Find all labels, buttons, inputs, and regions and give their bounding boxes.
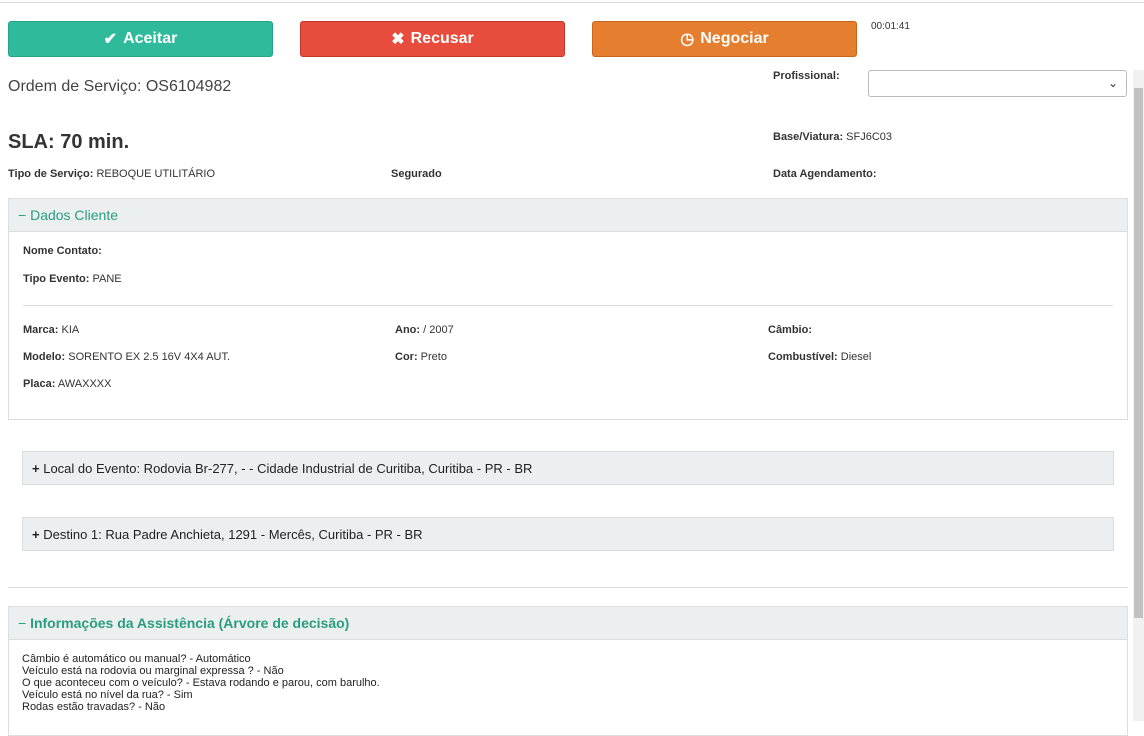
- clock-icon: ◷: [680, 31, 695, 48]
- divider: [8, 587, 1128, 588]
- negotiate-button[interactable]: ◷ Negociar: [592, 21, 857, 57]
- schedule-label: Data Agendamento:: [773, 168, 877, 180]
- professional-label: Profissional:: [773, 70, 840, 82]
- divider: [23, 305, 1113, 306]
- refuse-button[interactable]: ✖ Recusar: [300, 21, 565, 57]
- contact-label: Nome Contato:: [23, 245, 102, 257]
- answer-line: Veículo está no nível da rua? - Sim: [22, 689, 193, 701]
- model-value: SORENTO EX 2.5 16V 4X4 AUT.: [68, 351, 231, 363]
- divider: [0, 2, 1144, 3]
- brand-value: KIA: [61, 324, 80, 336]
- destination-panel[interactable]: + Destino 1: Rua Padre Anchieta, 1291 - …: [22, 517, 1114, 551]
- color-value: Preto: [420, 351, 447, 363]
- chevron-down-icon: ⌄: [1107, 76, 1118, 90]
- event-value: PANE: [92, 273, 122, 285]
- insured-label: Segurado: [391, 168, 442, 180]
- plus-icon: +: [32, 526, 40, 542]
- year-label: Ano:: [395, 324, 421, 336]
- professional-select[interactable]: ⌄: [868, 70, 1127, 97]
- scrollbar[interactable]: [1133, 70, 1144, 721]
- service-label: Tipo de Serviço:: [8, 168, 94, 180]
- order-number: Ordem de Serviço: OS6104982: [8, 78, 232, 95]
- model-label: Modelo:: [23, 351, 66, 363]
- minus-icon: −: [18, 207, 31, 223]
- answer-line: Câmbio é automático ou manual? - Automát…: [22, 653, 251, 665]
- brand-label: Marca:: [23, 324, 59, 336]
- timer: 00:01:41: [871, 21, 910, 32]
- check-icon: ✔: [103, 31, 118, 48]
- base-label: Base/Viatura:: [773, 131, 844, 143]
- fuel-value: Diesel: [840, 351, 872, 363]
- minus-icon: −: [18, 615, 31, 631]
- answer-line: Veículo está na rodovia ou marginal expr…: [22, 665, 284, 677]
- fuel-label: Combustível:: [768, 351, 838, 363]
- event-label: Tipo Evento:: [23, 273, 90, 285]
- scrollbar-thumb[interactable]: [1134, 88, 1143, 618]
- accept-button[interactable]: ✔ Aceitar: [8, 21, 273, 57]
- color-label: Cor:: [395, 351, 418, 363]
- sla: SLA: 70 min.: [8, 131, 130, 153]
- close-icon: ✖: [391, 31, 405, 48]
- client-panel-header[interactable]: − Dados Cliente: [9, 199, 1127, 232]
- answer-line: Rodas estão travadas? - Não: [22, 701, 166, 713]
- answer-line: O que aconteceu com o veículo? - Estava …: [22, 677, 380, 689]
- assistance-panel-header[interactable]: − Informações da Assistência (Árvore de …: [9, 607, 1127, 640]
- plate-value: AWAXXXX: [57, 378, 112, 390]
- year-value: / 2007: [423, 324, 454, 336]
- base-value: SFJ6C03: [846, 131, 893, 143]
- decision-tree: Câmbio é automático ou manual? - Automát…: [22, 653, 380, 713]
- event-location-panel[interactable]: + Local do Evento: Rodovia Br-277, - - C…: [22, 451, 1114, 485]
- plate-label: Placa:: [23, 378, 56, 390]
- plus-icon: +: [32, 460, 40, 476]
- gear-label: Câmbio:: [768, 324, 812, 336]
- service-value: REBOQUE UTILITÁRIO: [96, 168, 216, 180]
- client-panel: − Dados Cliente: [8, 198, 1128, 420]
